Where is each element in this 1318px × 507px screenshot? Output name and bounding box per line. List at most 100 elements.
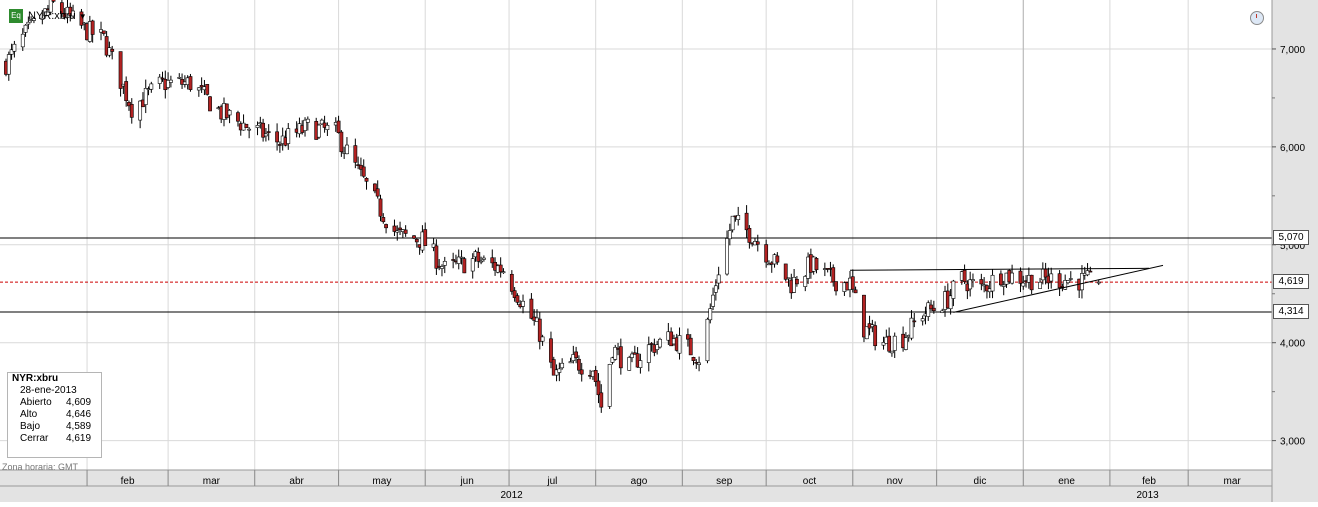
clock-icon[interactable] <box>1250 11 1264 25</box>
candle-body <box>20 33 25 48</box>
candle-body <box>736 215 741 220</box>
candle-body <box>711 294 715 307</box>
candle-body <box>725 238 729 275</box>
symbol-title[interactable]: NYR:xbru ▼ <box>28 9 87 24</box>
candle-body <box>873 325 878 347</box>
candle-body <box>593 370 598 383</box>
candle-body <box>353 145 358 163</box>
candle-body <box>529 298 534 319</box>
x-tick-label: mar <box>1224 476 1242 487</box>
candle-body <box>1018 270 1023 284</box>
candle-body <box>646 344 651 363</box>
candle-body <box>277 144 282 146</box>
candle-body <box>920 318 925 322</box>
chevron-down-icon[interactable]: ▼ <box>79 12 87 21</box>
candle-body <box>951 280 956 299</box>
candle-body <box>568 361 573 364</box>
candle-body <box>705 318 710 362</box>
price-chart[interactable]: 3,0004,0005,0006,0007,000feb mar abr may jun… <box>0 0 1318 502</box>
candle-body <box>1088 270 1093 273</box>
candle-body <box>521 300 525 307</box>
candle-body <box>51 0 56 2</box>
candle-body <box>305 118 310 123</box>
candle-body <box>509 273 514 292</box>
x-tick-label: sep <box>716 476 733 487</box>
candle-body <box>730 215 735 231</box>
candle-body <box>375 188 380 197</box>
y-tick-label: 7,000 <box>1280 45 1305 56</box>
candle-body <box>481 257 486 260</box>
candle-body <box>1049 273 1054 282</box>
x-tick-label: ago <box>631 476 648 487</box>
x-tick-label: mar <box>203 476 221 487</box>
x-tick-label: oct <box>803 476 817 487</box>
candle-body <box>208 96 212 112</box>
info-value: 4,619 <box>66 433 92 444</box>
x-tick-label: feb <box>121 476 135 487</box>
candle-body <box>160 77 165 80</box>
candle-body <box>744 212 749 231</box>
candle-body <box>196 87 201 91</box>
candle-body <box>476 251 481 262</box>
candle-body <box>764 244 769 263</box>
candle-body <box>451 259 456 261</box>
candle-body <box>470 258 475 272</box>
info-row-open: Abierto 4,609 <box>8 397 101 409</box>
candle-body <box>423 229 428 246</box>
candle-body <box>658 338 662 348</box>
trendlines[interactable] <box>849 264 1164 313</box>
x-tick-label: dic <box>974 476 987 487</box>
y-tick-label: 3,000 <box>1280 437 1305 448</box>
price-label-support: 4,314 <box>1273 303 1309 319</box>
candle-body <box>412 235 416 239</box>
candle-body <box>1029 274 1034 291</box>
candle-body <box>747 227 752 243</box>
candle-body <box>434 245 439 269</box>
candle-body <box>188 76 193 90</box>
candle-body <box>395 230 400 233</box>
candle-body <box>1066 280 1070 284</box>
candle-body <box>168 79 173 83</box>
candle-body <box>339 131 344 153</box>
candle-body <box>971 279 975 282</box>
candle-body <box>540 336 545 342</box>
candle-body <box>336 120 341 134</box>
candle-body <box>414 238 419 243</box>
trendline <box>849 267 1150 271</box>
candle-body <box>579 369 584 375</box>
candle-body <box>887 335 892 352</box>
x-tick-label: abr <box>289 476 304 487</box>
candle-body <box>317 124 321 138</box>
candle-body <box>649 343 654 345</box>
candle-body <box>1021 282 1026 287</box>
candle-body <box>814 258 819 271</box>
x-tick-label: ene <box>1058 476 1075 487</box>
candle-body <box>6 54 11 75</box>
axes: 3,0004,0005,0006,0007,000feb mar abr may jun… <box>0 0 1318 502</box>
info-value: 4,589 <box>66 421 92 432</box>
candle-body <box>607 364 612 407</box>
candle-body <box>1038 281 1042 289</box>
candle-body <box>1096 281 1101 284</box>
timezone-label: Zona horaria: GMT <box>2 462 79 472</box>
candle-body <box>101 30 106 34</box>
candle-body <box>850 276 855 290</box>
candle-body <box>912 320 917 323</box>
x-tick-label: jul <box>546 476 557 487</box>
candle-body <box>940 310 945 313</box>
candle-body <box>1057 273 1062 289</box>
candle-body <box>599 392 604 408</box>
x-tick-label: may <box>372 476 391 487</box>
equity-icon[interactable]: Eq <box>9 9 23 23</box>
candle-body <box>244 123 249 128</box>
candle-body <box>459 256 464 259</box>
candle-body <box>931 307 936 312</box>
candle-body <box>12 43 17 52</box>
info-value: 4,646 <box>66 409 92 420</box>
price-label-current: 4,619 <box>1273 274 1309 290</box>
candle-body <box>462 258 467 274</box>
info-row-low: Bajo 4,589 <box>8 421 101 433</box>
candle-body <box>979 279 984 285</box>
candle-body <box>1080 273 1084 291</box>
candle-body <box>890 350 894 354</box>
